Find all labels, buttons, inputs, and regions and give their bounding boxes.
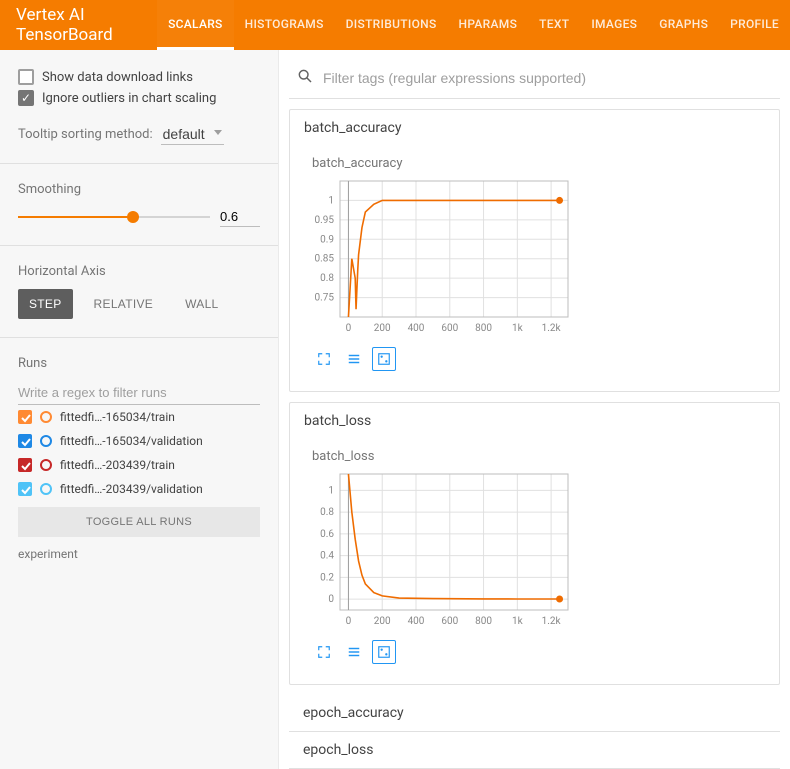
svg-text:0.75: 0.75: [315, 293, 335, 304]
panel-batch_accuracy: batch_accuracy batch_accuracy 0.75 0.8 0.8…: [289, 109, 780, 392]
search-icon: [297, 68, 313, 88]
svg-text:1k: 1k: [512, 323, 524, 334]
expand-icon[interactable]: [312, 347, 336, 371]
svg-text:0.6: 0.6: [320, 529, 334, 540]
svg-text:400: 400: [408, 323, 425, 334]
axis-wall-button[interactable]: WALL: [174, 289, 229, 319]
run-color-icon: [40, 435, 52, 447]
runs-filter-input[interactable]: [18, 381, 260, 405]
svg-text:400: 400: [408, 616, 425, 627]
svg-text:0.2: 0.2: [320, 572, 334, 583]
svg-text:600: 600: [441, 323, 458, 334]
smoothing-slider[interactable]: [18, 216, 210, 218]
svg-text:0.8: 0.8: [320, 273, 334, 284]
svg-text:0.95: 0.95: [315, 215, 335, 226]
svg-text:200: 200: [374, 616, 391, 627]
svg-text:1k: 1k: [512, 616, 524, 627]
run-label: fittedfi…-165034/validation: [60, 434, 260, 448]
run-color-icon: [40, 483, 52, 495]
chart-title: batch_loss: [312, 449, 765, 464]
svg-text:800: 800: [475, 616, 492, 627]
smoothing-value-input[interactable]: [220, 207, 260, 227]
panel-epoch_accuracy[interactable]: epoch_accuracy: [289, 695, 780, 732]
panel-header[interactable]: batch_loss: [290, 403, 779, 439]
chart-title: batch_accuracy: [312, 156, 765, 171]
run-row[interactable]: fittedfi…-203439/validation: [18, 477, 260, 501]
panel-header[interactable]: epoch_loss: [289, 732, 780, 768]
tab-histograms[interactable]: HISTOGRAMS: [234, 0, 335, 50]
svg-text:800: 800: [475, 323, 492, 334]
list-icon[interactable]: [342, 640, 366, 664]
show-download-checkbox[interactable]: [18, 69, 34, 85]
svg-text:0.9: 0.9: [320, 234, 334, 245]
run-label: fittedfi…-203439/train: [60, 458, 260, 472]
run-row[interactable]: fittedfi…-203439/train: [18, 453, 260, 477]
ignore-outliers-checkbox-row[interactable]: Ignore outliers in chart scaling: [18, 90, 260, 106]
tooltip-sort-select[interactable]: default: [161, 124, 224, 145]
svg-text:0: 0: [346, 616, 352, 627]
fit-icon[interactable]: [372, 640, 396, 664]
svg-text:0: 0: [328, 594, 334, 605]
run-color-icon: [40, 459, 52, 471]
tab-distributions[interactable]: DISTRIBUTIONS: [335, 0, 448, 50]
svg-text:0.4: 0.4: [320, 551, 334, 562]
panel-header[interactable]: batch_accuracy: [290, 110, 779, 146]
show-download-label: Show data download links: [42, 70, 193, 85]
tab-profile[interactable]: PROFILE: [719, 0, 790, 50]
svg-text:1.2k: 1.2k: [542, 616, 562, 627]
app-header: Vertex AI TensorBoard SCALARSHISTOGRAMSD…: [0, 0, 790, 50]
tab-images[interactable]: IMAGES: [580, 0, 648, 50]
panel-header[interactable]: epoch_accuracy: [289, 695, 780, 731]
run-row[interactable]: fittedfi…-165034/validation: [18, 429, 260, 453]
tag-filter-row: [289, 58, 780, 99]
svg-text:1: 1: [328, 485, 334, 496]
run-checkbox[interactable]: [18, 482, 32, 496]
toggle-all-runs-button[interactable]: TOGGLE ALL RUNS: [18, 507, 260, 537]
list-icon[interactable]: [342, 347, 366, 371]
tag-filter-input[interactable]: [321, 69, 772, 87]
ignore-outliers-checkbox[interactable]: [18, 90, 34, 106]
sidebar: Show data download links Ignore outliers…: [0, 50, 279, 769]
svg-text:0: 0: [346, 323, 352, 334]
tab-text[interactable]: TEXT: [528, 0, 580, 50]
svg-text:0.8: 0.8: [320, 507, 334, 518]
svg-text:200: 200: [374, 323, 391, 334]
horizontal-axis-buttons: STEP RELATIVE WALL: [18, 289, 260, 319]
run-checkbox[interactable]: [18, 434, 32, 448]
app-logo: Vertex AI TensorBoard: [16, 0, 133, 50]
main-content: batch_accuracy batch_accuracy 0.75 0.8 0.8…: [279, 50, 790, 769]
axis-relative-button[interactable]: RELATIVE: [83, 289, 165, 319]
run-label: fittedfi…-165034/train: [60, 410, 260, 424]
run-checkbox[interactable]: [18, 410, 32, 424]
run-color-icon: [40, 411, 52, 423]
expand-icon[interactable]: [312, 640, 336, 664]
show-download-checkbox-row[interactable]: Show data download links: [18, 69, 260, 85]
chart-batch_accuracy[interactable]: 0.75 0.8 0.85 0.9 0.95 1 0 200 400 600 800 1k 1.2k: [304, 175, 574, 335]
svg-text:600: 600: [441, 616, 458, 627]
svg-text:1: 1: [328, 195, 334, 206]
tab-scalars[interactable]: SCALARS: [157, 0, 234, 50]
axis-step-button[interactable]: STEP: [18, 289, 73, 319]
smoothing-label: Smoothing: [18, 182, 260, 197]
tab-graphs[interactable]: GRAPHS: [648, 0, 719, 50]
svg-text:1.2k: 1.2k: [542, 323, 562, 334]
experiment-label: experiment: [18, 547, 260, 561]
run-row[interactable]: fittedfi…-165034/train: [18, 405, 260, 429]
chart-batch_loss[interactable]: 0 0.2 0.4 0.6 0.8 1 0 200 400 600 800 1k 1.2k: [304, 468, 574, 628]
run-checkbox[interactable]: [18, 458, 32, 472]
runs-list: fittedfi…-165034/train fittedfi…-165034/v…: [18, 405, 260, 501]
header-tabs: SCALARSHISTOGRAMSDISTRIBUTIONSHPARAMSTEX…: [157, 0, 790, 50]
tooltip-sort-label: Tooltip sorting method:: [18, 127, 153, 142]
run-label: fittedfi…-203439/validation: [60, 482, 260, 496]
panel-batch_loss: batch_loss batch_loss 0 0.2 0.4 0.6 0.8 1 0 200…: [289, 402, 780, 685]
ignore-outliers-label: Ignore outliers in chart scaling: [42, 91, 216, 106]
tab-hparams[interactable]: HPARAMS: [448, 0, 529, 50]
horizontal-axis-label: Horizontal Axis: [18, 264, 260, 279]
svg-text:0.85: 0.85: [315, 254, 335, 265]
fit-icon[interactable]: [372, 347, 396, 371]
panel-epoch_loss[interactable]: epoch_loss: [289, 732, 780, 769]
runs-label: Runs: [18, 356, 260, 371]
